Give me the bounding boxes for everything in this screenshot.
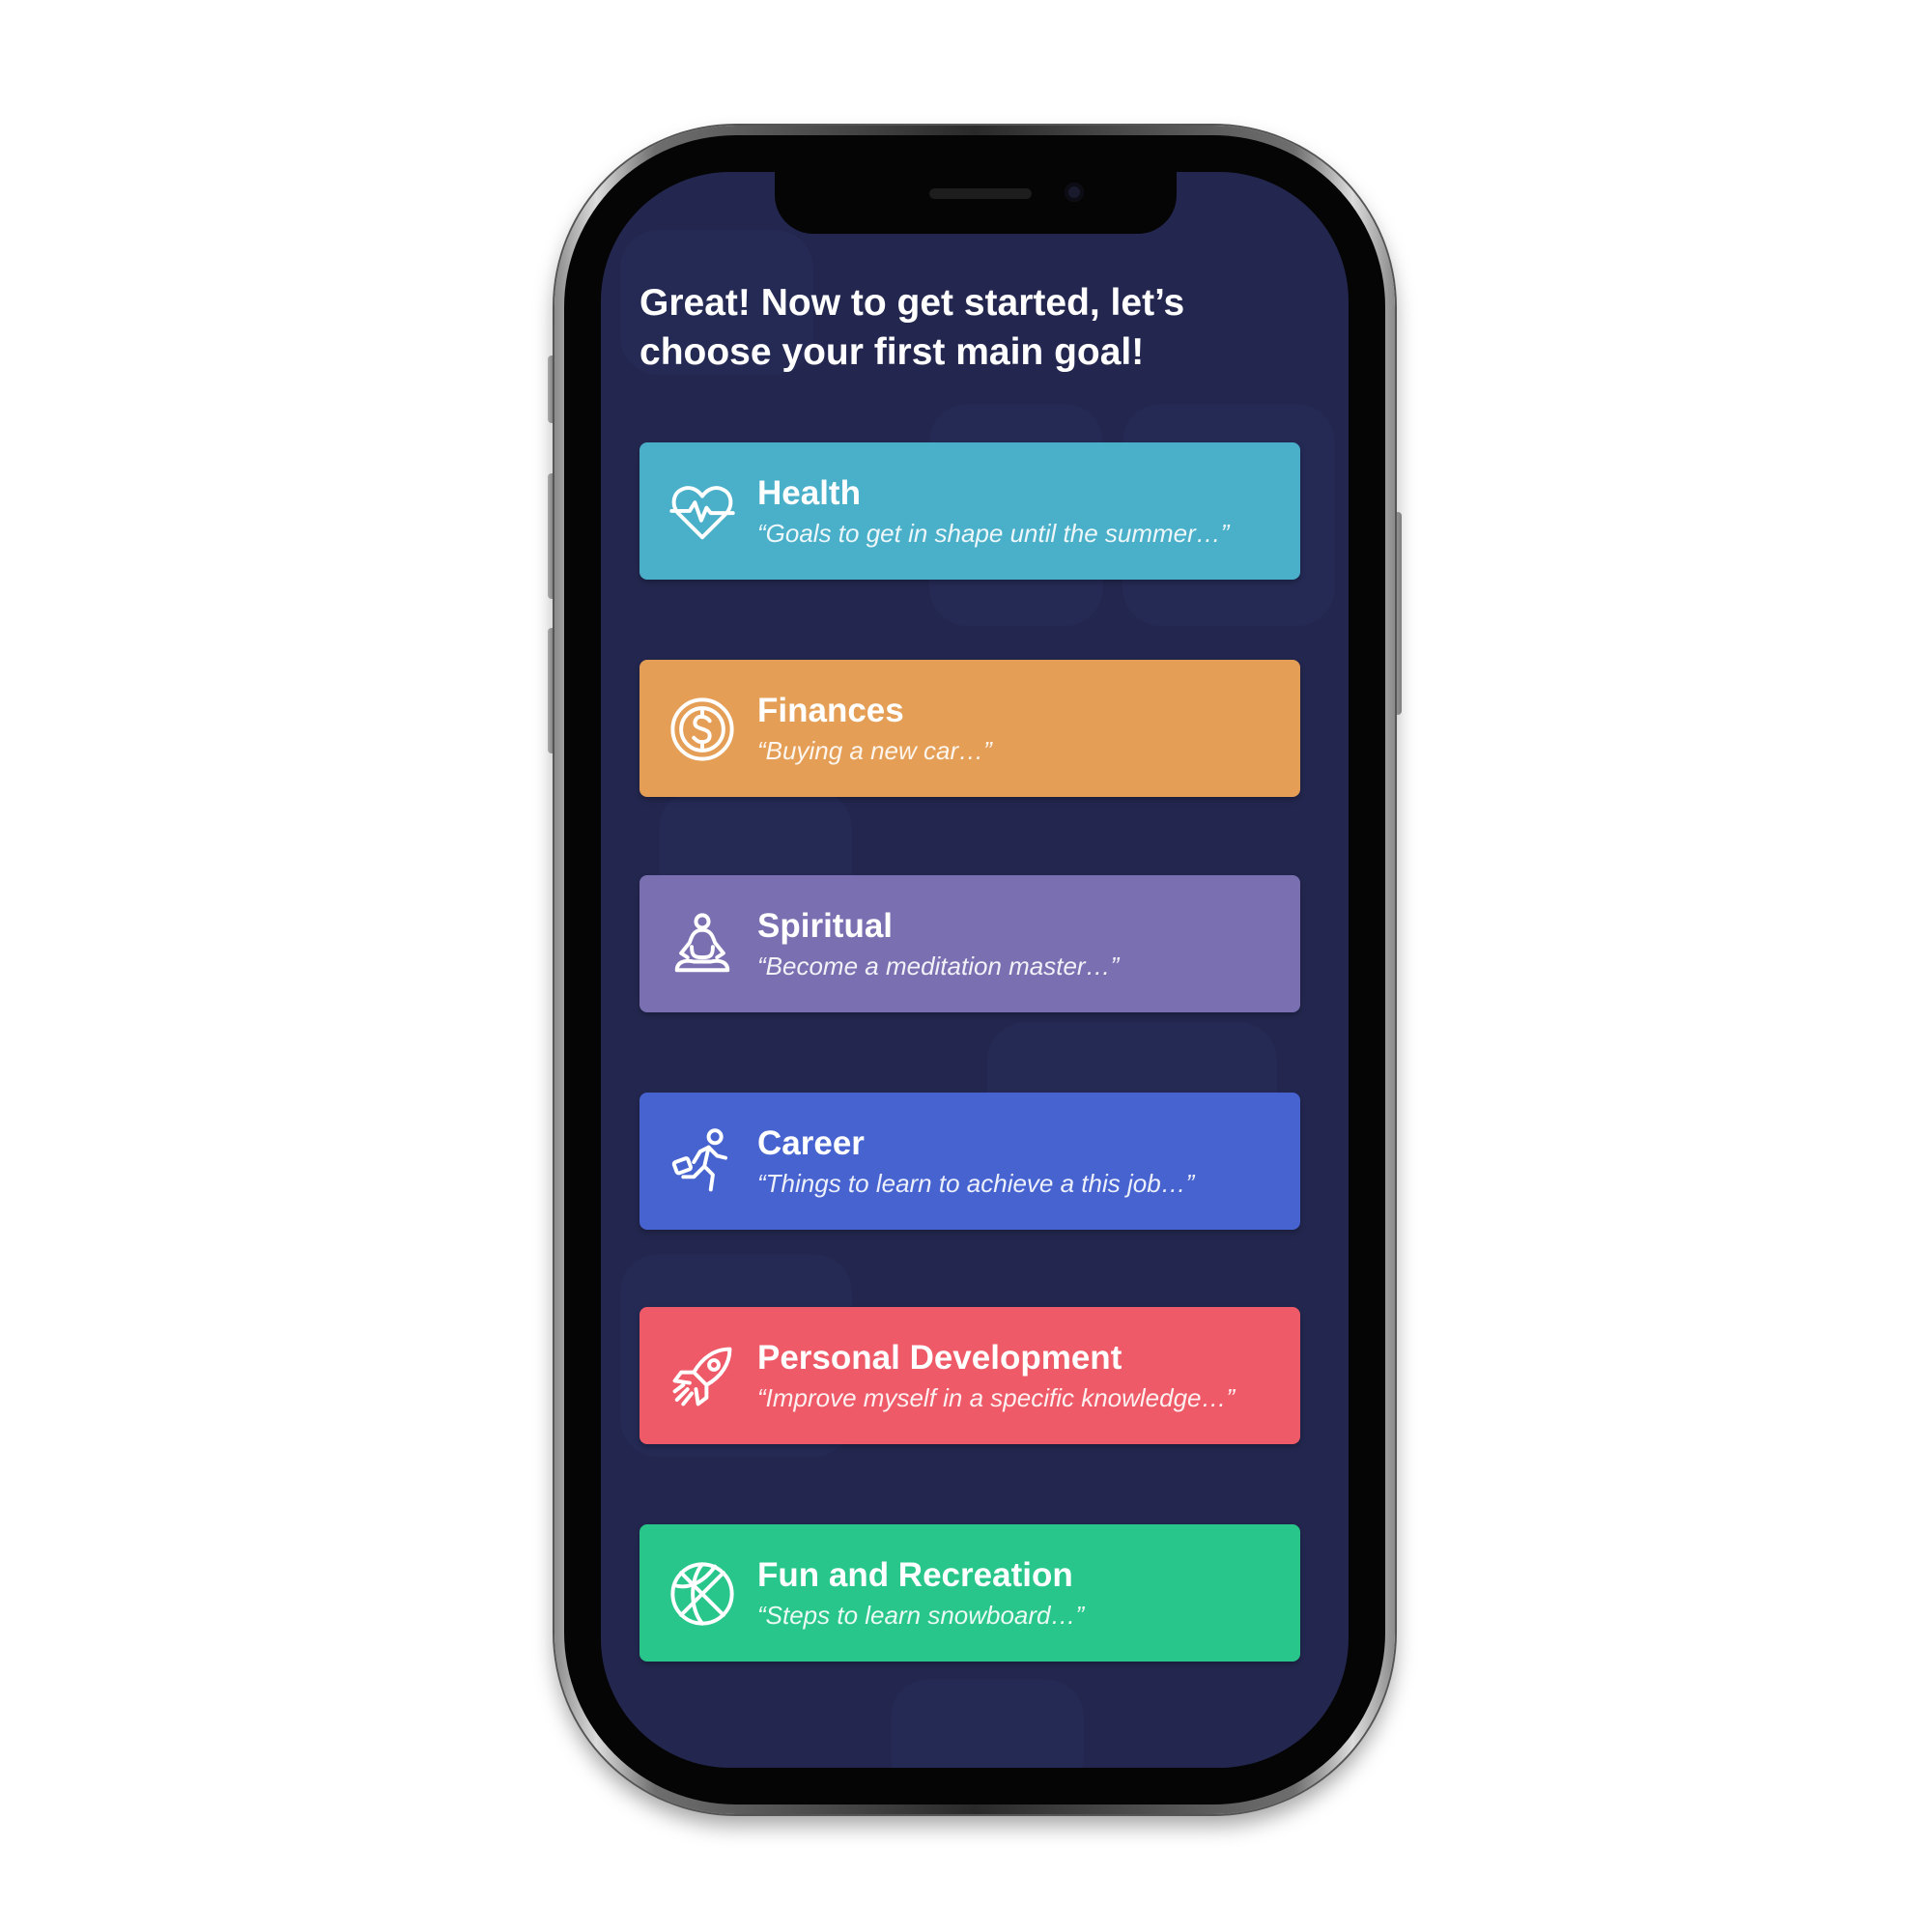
goal-title: Spiritual (757, 907, 894, 945)
goal-subtitle: “Goals to get in shape until the summer…… (757, 519, 1230, 548)
goal-title: Health (757, 474, 861, 512)
goal-title: Finances (757, 692, 904, 729)
background-shape (891, 1679, 1084, 1768)
goal-subtitle: “Things to learn to achieve a this job…” (757, 1169, 1195, 1198)
app-screen: Great! Now to get started, let’s choose … (601, 172, 1349, 1768)
basketball-icon (670, 1562, 734, 1626)
rocket-icon (672, 1347, 732, 1406)
heart-pulse-icon (669, 486, 735, 540)
goal-subtitle: “Buying a new car…” (757, 736, 992, 765)
goal-subtitle: “Improve myself in a specific knowledge…… (757, 1383, 1236, 1412)
goal-option-career[interactable]: Career “Things to learn to achieve a thi… (639, 1093, 1300, 1230)
goal-subtitle: “Become a meditation master…” (757, 952, 1120, 980)
notch (775, 172, 1177, 234)
goal-title: Fun and Recreation (757, 1556, 1073, 1594)
goal-option-finances[interactable]: Finances “Buying a new car…” (639, 660, 1300, 797)
goal-title: Personal Development (757, 1339, 1122, 1377)
goal-title: Career (757, 1124, 865, 1162)
page-title: Great! Now to get started, let’s choose … (639, 282, 1185, 373)
goal-option-personal-development[interactable]: Personal Development “Improve myself in … (639, 1307, 1300, 1444)
running-businessman-icon (671, 1128, 728, 1192)
dollar-coin-icon (670, 697, 734, 761)
speaker-grille (929, 188, 1032, 199)
meditation-icon (674, 913, 730, 973)
front-camera (1065, 183, 1084, 202)
goal-option-fun-and-recreation[interactable]: Fun and Recreation “Steps to learn snowb… (639, 1524, 1300, 1662)
goal-subtitle: “Steps to learn snowboard…” (757, 1601, 1085, 1630)
goal-option-health[interactable]: Health “Goals to get in shape until the … (639, 442, 1300, 580)
power-button (1394, 512, 1402, 715)
goal-option-spiritual[interactable]: Spiritual “Become a meditation master…” (639, 875, 1300, 1012)
